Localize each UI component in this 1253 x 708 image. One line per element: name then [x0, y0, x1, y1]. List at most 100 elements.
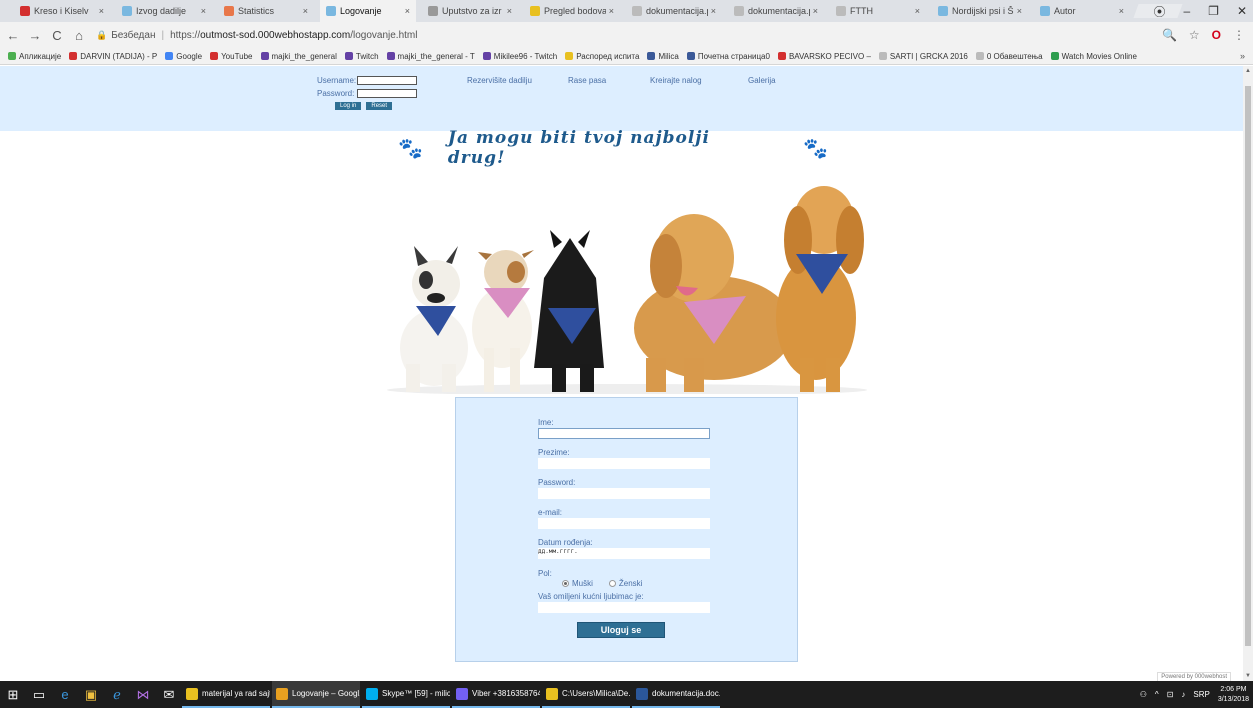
browser-tab[interactable]: Izvog dadilje ×	[116, 0, 212, 22]
bookmark-label: 0 Обавештења	[986, 51, 1043, 61]
bookmark-label: Почетна страница0	[697, 51, 770, 61]
bookmark-item[interactable]: 0 Обавештења	[975, 51, 1043, 61]
taskbar-app[interactable]: Logovanje – Googl...	[272, 681, 360, 708]
prezime-input[interactable]	[538, 458, 710, 469]
address-bar[interactable]: 🔒 Безбедан | https:// outmost-sod.000web…	[96, 30, 417, 41]
language-indicator[interactable]: SRP	[1193, 690, 1209, 699]
username-input[interactable]	[357, 75, 417, 85]
scroll-up-icon[interactable]: ▲	[1245, 68, 1251, 74]
browser-tab[interactable]: FTTH ×	[830, 0, 926, 22]
task-view-icon[interactable]: ▭	[26, 681, 52, 708]
password-input[interactable]	[357, 88, 417, 98]
browser-tab[interactable]: Uputstvo za izr ×	[422, 0, 518, 22]
male-option[interactable]: Muški	[562, 579, 593, 588]
bookmarks-more-icon[interactable]: »	[1240, 51, 1245, 61]
lock-icon: 🔒	[96, 29, 108, 40]
back-icon[interactable]: ←	[4, 28, 22, 43]
taskbar-app[interactable]: dokumentacija.doc...	[632, 681, 720, 708]
minimize-icon[interactable]: –	[1183, 4, 1190, 18]
submit-button[interactable]: Uloguj se	[577, 622, 665, 638]
browser-tab[interactable]: Statistics ×	[218, 0, 314, 22]
bookmark-item[interactable]: Google	[165, 52, 202, 61]
email-input[interactable]	[538, 518, 710, 529]
close-icon[interactable]: ✕	[1237, 4, 1247, 18]
pet-input[interactable]	[538, 602, 710, 613]
tab-close-icon[interactable]: ×	[99, 6, 104, 16]
menu-icon[interactable]: ⋮	[1233, 28, 1245, 42]
taskbar-app[interactable]: Skype™ [59] - milic...	[362, 681, 450, 708]
scrollbar-thumb[interactable]	[1245, 86, 1251, 646]
opera-icon[interactable]: O	[1212, 28, 1221, 42]
reload-icon[interactable]: C	[48, 28, 66, 43]
bookmark-item[interactable]: Почетна страница0	[686, 51, 770, 61]
people-icon[interactable]: ⚇	[1140, 690, 1147, 699]
ie-icon[interactable]: ℯ	[104, 681, 130, 708]
tab-close-icon[interactable]: ×	[1017, 6, 1022, 16]
bookmark-item[interactable]: majki_the_general - T	[386, 52, 475, 61]
taskbar-app-label: Logovanje – Googl...	[292, 689, 360, 698]
volume-icon[interactable]: ♪	[1181, 690, 1185, 699]
password-input[interactable]	[538, 488, 710, 499]
browser-tab[interactable]: dokumentacija.p ×	[728, 0, 824, 22]
login-button[interactable]: Log in	[335, 102, 362, 110]
female-option[interactable]: Ženski	[608, 579, 642, 588]
bookmark-item[interactable]: BAVARSKO PECIVO –	[777, 52, 871, 61]
tab-close-icon[interactable]: ×	[405, 6, 410, 16]
taskbar-app[interactable]: materijal ya rad sajta	[182, 681, 270, 708]
browser-tab[interactable]: Logovanje ×	[320, 0, 416, 22]
network-icon[interactable]: ⊡	[1167, 690, 1174, 699]
star-icon[interactable]: ☆	[1189, 28, 1200, 42]
bookmark-item[interactable]: Watch Movies Online	[1050, 52, 1137, 61]
home-icon[interactable]: ⌂	[70, 28, 88, 43]
clock[interactable]: 2:06 PM 3/13/2018	[1218, 685, 1249, 705]
tab-favicon-icon	[734, 6, 744, 16]
bookmark-item[interactable]: Распоред испита	[565, 52, 639, 61]
bookmark-item[interactable]: DARVIN (TADIJA) - P	[69, 52, 157, 61]
store-icon[interactable]: ▣	[78, 681, 104, 708]
male-radio[interactable]	[562, 580, 569, 588]
bookmark-item[interactable]: SARTI | GRCKA 2016	[878, 52, 968, 61]
tab-close-icon[interactable]: ×	[711, 6, 716, 16]
tray-chevron-icon[interactable]: ^	[1155, 690, 1159, 699]
start-icon[interactable]: ⊞	[0, 681, 26, 708]
bookmark-item[interactable]: majki_the_general	[260, 52, 337, 61]
profile-icon[interactable]: ⦿	[1153, 3, 1165, 20]
edge-icon[interactable]: e	[52, 681, 78, 708]
mail-icon[interactable]: ✉	[156, 681, 182, 708]
tab-close-icon[interactable]: ×	[609, 6, 614, 16]
bookmark-item[interactable]: Апликације	[8, 52, 61, 61]
tab-close-icon[interactable]: ×	[813, 6, 818, 16]
tab-close-icon[interactable]: ×	[507, 6, 512, 16]
taskbar-app[interactable]: C:\Users\Milica\De...	[542, 681, 630, 708]
tab-close-icon[interactable]: ×	[1119, 6, 1124, 16]
bookmarks-bar: Апликације DARVIN (TADIJA) - P Google YouTu…	[0, 48, 1253, 65]
nav-link-kreirajte[interactable]: Kreirajte nalog	[650, 76, 702, 85]
nav-link-rezervisite[interactable]: Rezervišite dadilju	[467, 76, 532, 85]
browser-tab[interactable]: dokumentacija.p ×	[626, 0, 722, 22]
bookmark-item[interactable]: YouTube	[210, 52, 253, 61]
tab-close-icon[interactable]: ×	[201, 6, 206, 16]
browser-tab[interactable]: Pregled bodova ×	[524, 0, 620, 22]
maximize-icon[interactable]: ❐	[1208, 4, 1219, 18]
ime-input[interactable]	[538, 428, 710, 439]
reset-button[interactable]: Reset	[366, 102, 393, 110]
powered-by-badge[interactable]: Powered by 000webhost	[1157, 672, 1231, 681]
nav-link-galerija[interactable]: Galerija	[748, 76, 776, 85]
female-radio[interactable]	[608, 580, 616, 588]
browser-tab[interactable]: Nordijski psi i Š ×	[932, 0, 1028, 22]
bookmark-item[interactable]: Twitch	[344, 52, 379, 61]
browser-tab[interactable]: Kreso i Kiselv ×	[14, 0, 110, 22]
bookmark-item[interactable]: Milica	[647, 52, 679, 61]
scroll-down-icon[interactable]: ▼	[1245, 673, 1251, 679]
page-scrollbar[interactable]: ▲ ▼	[1243, 66, 1253, 681]
nav-link-rase[interactable]: Rase pasa	[568, 76, 606, 85]
zoom-icon[interactable]: 🔍	[1162, 28, 1177, 42]
visual-studio-icon[interactable]: ⋈	[130, 681, 156, 708]
datum-input[interactable]: дд.мм.гггг.	[538, 548, 710, 559]
bookmark-item[interactable]: Mikilee96 - Twitch	[482, 52, 557, 61]
tab-close-icon[interactable]: ×	[303, 6, 308, 16]
taskbar-app[interactable]: Viber +38163587640	[452, 681, 540, 708]
browser-tab[interactable]: Autor ×	[1034, 0, 1130, 22]
tab-close-icon[interactable]: ×	[915, 6, 920, 16]
forward-icon[interactable]: →	[26, 28, 44, 43]
